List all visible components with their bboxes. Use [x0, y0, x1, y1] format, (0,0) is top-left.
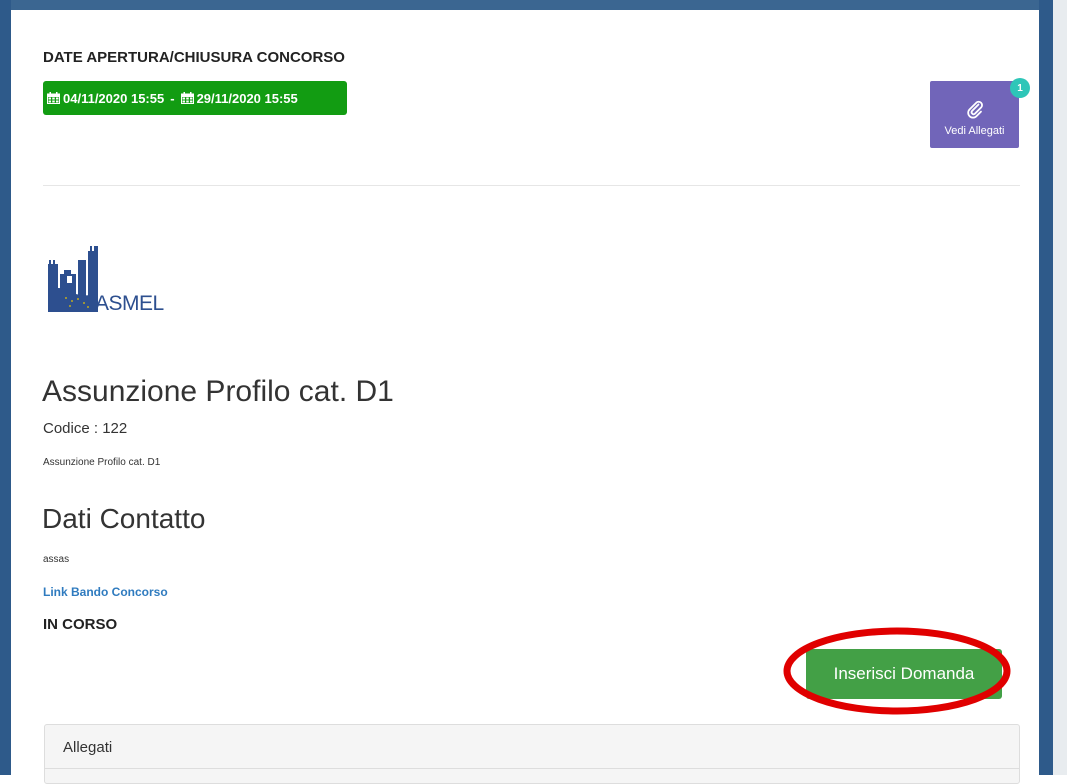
left-frame-border: [0, 0, 11, 775]
dates-badge: 04/11/2020 15:55 - 29/11/2020 15:55: [43, 81, 347, 115]
contact-text: assas: [43, 554, 70, 565]
calendar-icon: [180, 92, 194, 104]
attachments-count-badge: 1: [1010, 78, 1030, 98]
insert-application-button[interactable]: Inserisci Domanda: [806, 649, 1002, 699]
top-frame-bar: [0, 0, 1053, 10]
right-frame-border: [1039, 0, 1053, 775]
contact-heading: Dati Contatto: [42, 503, 206, 534]
attachments-panel: Allegati: [44, 724, 1020, 784]
calendar-icon: [47, 92, 60, 104]
status-label: IN CORSO: [43, 616, 118, 633]
page-background-strip: [1053, 0, 1067, 775]
asmel-logo-text: ASMEL: [95, 292, 164, 315]
open-date: 04/11/2020 15:55: [63, 90, 165, 106]
close-date: 29/11/2020 15:55: [196, 90, 298, 106]
view-attachments-label: Vedi Allegati: [944, 124, 1005, 137]
competition-description: Assunzione Profilo cat. D1: [43, 457, 161, 468]
competition-title: Assunzione Profilo cat. D1: [42, 375, 394, 408]
attachments-panel-heading: Allegati: [45, 725, 1019, 769]
competition-notice-link[interactable]: Link Bando Concorso: [43, 585, 168, 599]
view-attachments-button[interactable]: Vedi Allegati: [930, 81, 1019, 148]
dates-heading: DATE APERTURA/CHIUSURA CONCORSO: [43, 49, 345, 66]
competition-code: Codice : 122: [43, 420, 128, 437]
section-divider: [43, 185, 1020, 186]
date-separator: -: [170, 90, 175, 106]
paperclip-icon: [966, 100, 983, 118]
